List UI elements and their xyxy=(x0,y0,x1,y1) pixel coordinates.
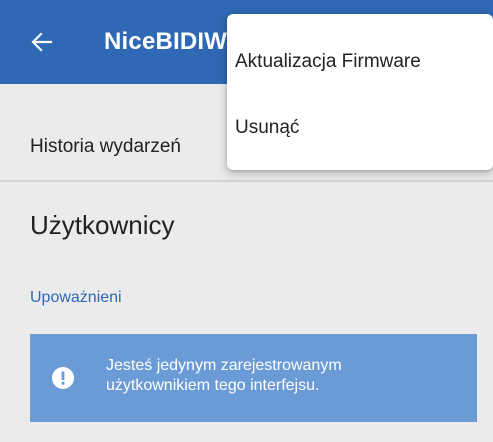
menu-item-firmware-update[interactable]: Aktualizacja Firmware xyxy=(227,34,493,90)
users-section-title: Użytkownicy xyxy=(30,210,175,240)
info-text: Jesteś jedynym zarejestrowanym użytkowni… xyxy=(106,357,342,394)
event-history-label: Historia wydarzeń xyxy=(30,136,181,157)
arrow-left-icon xyxy=(31,32,53,52)
app-title: NiceBIDIW xyxy=(104,28,228,55)
exclamation-icon xyxy=(52,367,74,389)
info-banner: Jesteś jedynym zarejestrowanym użytkowni… xyxy=(30,334,477,422)
authorized-users-label: Upoważnieni xyxy=(30,289,122,306)
back-button[interactable] xyxy=(24,24,60,60)
menu-item-delete[interactable]: Usunąć xyxy=(227,100,493,156)
overflow-menu: Aktualizacja Firmware Usunąć xyxy=(227,14,493,170)
